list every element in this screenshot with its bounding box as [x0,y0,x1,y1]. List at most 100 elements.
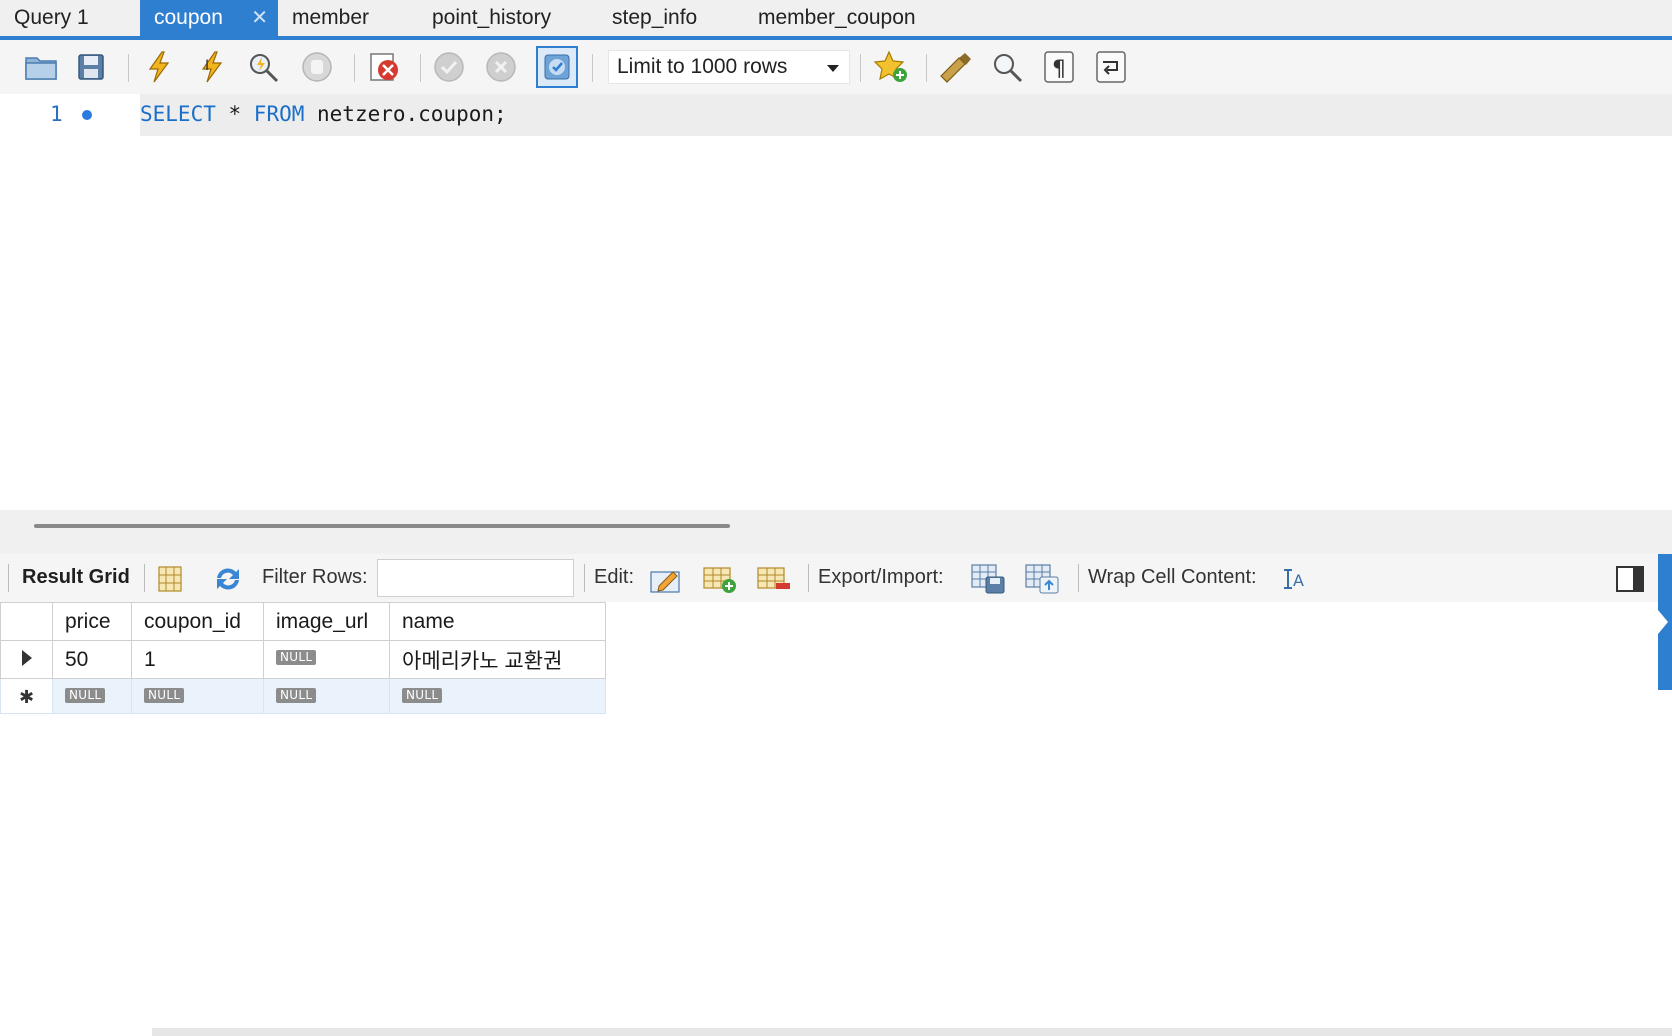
wrap-icon[interactable] [1092,48,1130,86]
grid-horizontal-scrollbar[interactable] [152,1028,1672,1036]
null-badge: NULL [276,688,317,703]
limit-rows-value: Limit to 1000 rows [617,55,788,78]
tab-step-info[interactable]: step_info [598,0,743,36]
toolbar-separator [128,54,129,82]
null-badge: NULL [276,650,317,665]
svg-text:¶: ¶ [1052,57,1066,82]
toolbar-separator [354,54,355,82]
grid-header-row: price coupon_id image_url name [0,602,606,641]
tab-label: member_coupon [758,6,916,29]
save-icon[interactable] [72,48,110,86]
delete-row-icon[interactable] [756,562,792,596]
current-row-arrow-icon [21,649,32,666]
tab-member[interactable]: member [278,0,418,36]
row-selector[interactable] [0,640,53,679]
sql-statement[interactable]: SELECT * FROM netzero.coupon; [140,102,507,126]
cell-coupon-id[interactable]: 1 [131,640,264,679]
panel-splitter [0,510,1672,554]
tab-label: coupon [154,6,223,29]
refresh-icon[interactable] [210,562,246,596]
new-row-star-icon: ✱ [18,687,35,707]
execute-current-icon[interactable]: I [192,48,230,86]
toolbar-separator [860,54,861,82]
row-header-corner [0,602,53,641]
wrap-cell-content-icon[interactable]: A [1276,562,1312,596]
column-header-image-url[interactable]: image_url [263,602,390,641]
rollback-icon[interactable] [482,48,520,86]
tab-label: step_info [612,6,698,29]
toggle-side-panel-icon[interactable] [1612,562,1648,596]
close-icon[interactable]: ✕ [251,0,268,36]
null-badge: NULL [65,688,106,703]
svg-text:A: A [1293,571,1304,590]
cell-image-url[interactable]: NULL [263,678,390,714]
edit-row-icon[interactable] [648,562,684,596]
toolbar-separator [8,564,9,592]
tab-member-coupon[interactable]: member_coupon [744,0,944,36]
cell-price[interactable]: 50 [52,640,132,679]
filter-rows-label: Filter Rows: [262,566,368,588]
grid-layout-icon[interactable] [152,562,188,596]
null-badge: NULL [402,688,443,703]
tab-label: member [292,6,370,29]
sql-text: * [215,102,254,126]
filter-rows-input[interactable] [377,559,574,597]
open-file-icon[interactable] [22,48,60,86]
export-icon[interactable] [970,562,1006,596]
sql-keyword: SELECT [140,102,216,126]
edit-label: Edit: [594,566,635,588]
toolbar-separator [144,564,145,592]
find-icon[interactable] [988,48,1026,86]
sql-editor[interactable]: 1 SELECT * FROM netzero.coupon; [0,94,1672,510]
bookmark-icon[interactable] [872,48,910,86]
sql-toolbar: I Limit to 1000 rows ¶ [0,40,1672,94]
svg-text:I: I [205,58,209,74]
commit-icon[interactable] [430,48,468,86]
export-import-label: Export/Import: [818,566,944,588]
autocommit-icon[interactable] [536,46,578,88]
cell-image-url[interactable]: NULL [263,640,390,679]
tab-coupon[interactable]: coupon ✕ [140,0,278,36]
chevron-down-icon [827,65,839,72]
stop-icon[interactable] [298,48,336,86]
cell-name[interactable]: NULL [389,678,606,714]
toolbar-separator [926,54,927,82]
new-row[interactable]: ✱ NULL NULL NULL NULL [0,678,606,714]
toolbar-separator [420,54,421,82]
result-toolbar: Result Grid Filter Rows: Edit: Export/Im… [0,554,1672,602]
toolbar-separator [592,54,593,82]
import-icon[interactable] [1024,562,1060,596]
wrap-cell-content-label: Wrap Cell Content: [1088,566,1257,588]
editor-tab-bar: Query 1 coupon ✕ member point_history ste… [0,0,1672,36]
null-badge: NULL [144,688,185,703]
column-header-name[interactable]: name [389,602,606,641]
toolbar-separator [584,564,585,592]
limit-rows-select[interactable]: Limit to 1000 rows [608,50,850,84]
tab-point-history[interactable]: point_history [418,0,593,36]
row-selector[interactable]: ✱ [0,678,53,714]
cell-price[interactable]: NULL [52,678,132,714]
cell-coupon-id[interactable]: NULL [131,678,264,714]
column-header-price[interactable]: price [52,602,132,641]
sql-text: netzero.coupon; [304,102,507,126]
beautify-icon[interactable] [936,48,974,86]
execute-icon[interactable] [140,48,178,86]
tab-query-1[interactable]: Query 1 [0,0,140,36]
line-number: 1 [50,102,63,126]
explain-icon[interactable] [244,48,282,86]
result-grid: price coupon_id image_url name 50 1 NULL… [0,602,606,714]
tab-label: point_history [432,6,552,29]
result-grid-tab[interactable]: Result Grid [22,566,130,589]
table-row[interactable]: 50 1 NULL 아메리카노 교환권 [0,640,606,679]
column-header-coupon-id[interactable]: coupon_id [131,602,264,641]
statement-marker-icon [82,110,92,120]
add-row-icon[interactable] [702,562,738,596]
invisible-chars-icon[interactable]: ¶ [1040,48,1078,86]
horizontal-scrollbar[interactable] [34,524,730,528]
tab-label: Query 1 [14,6,89,29]
toggle-error-icon[interactable] [366,48,404,86]
toolbar-separator [808,564,809,592]
side-panel-arrow-icon [1658,610,1668,634]
sql-keyword: FROM [253,102,305,126]
cell-name[interactable]: 아메리카노 교환권 [389,640,606,679]
